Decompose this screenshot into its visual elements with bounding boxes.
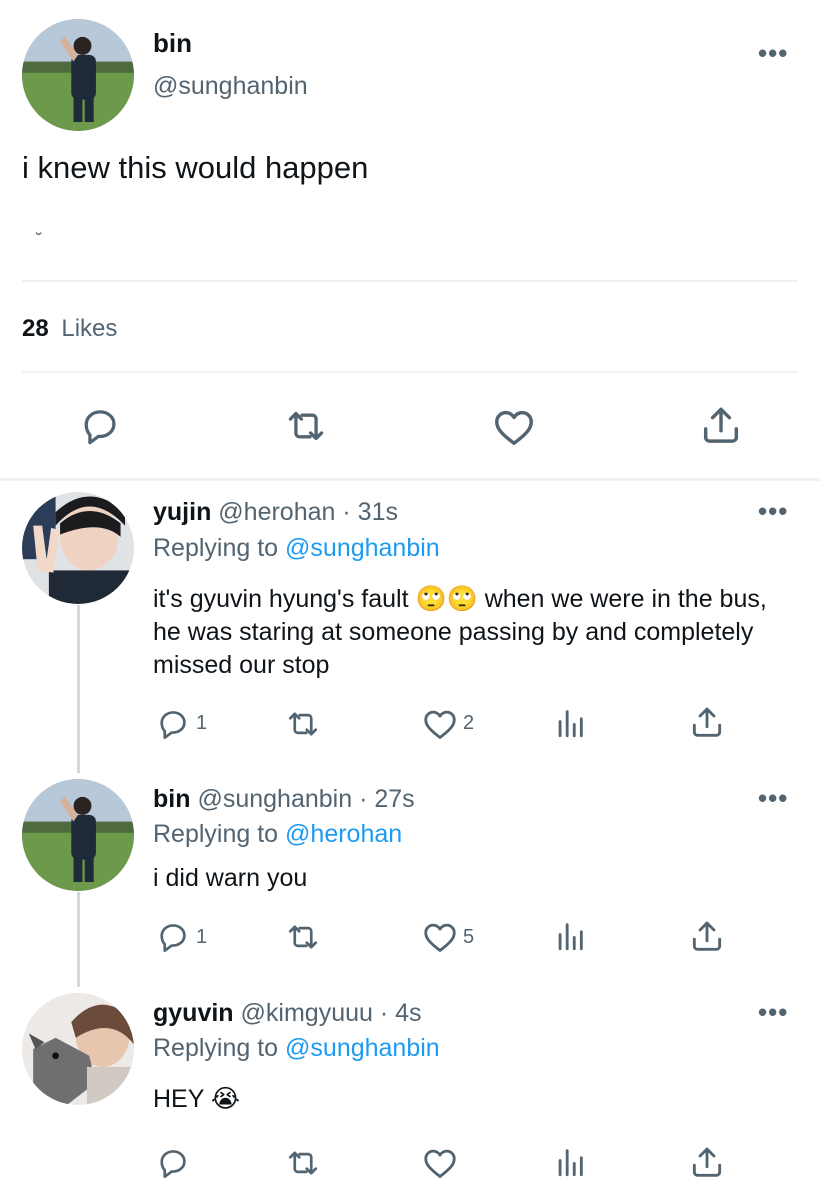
replying-label: Replying to (153, 534, 279, 562)
likes-count: 28 (22, 315, 49, 342)
analytics-icon[interactable] (553, 919, 587, 953)
reply-avatar[interactable] (22, 779, 134, 891)
replying-to-link[interactable]: @sunghanbin (285, 1034, 440, 1062)
reply-author-name[interactable]: gyuvin (153, 999, 234, 1027)
reply-avatar[interactable] (22, 492, 134, 604)
reply-icon[interactable] (155, 706, 191, 742)
divider (22, 371, 798, 373)
retweet-icon[interactable] (284, 404, 328, 448)
reply-author-name[interactable]: bin (153, 785, 191, 813)
separator: · (359, 785, 368, 813)
divider (0, 478, 820, 481)
reply-author-handle[interactable]: @kimgyuuu (241, 999, 373, 1027)
reply-author-name[interactable]: yujin (153, 498, 211, 526)
reply-text: i did warn you (153, 864, 308, 892)
likes-label: Likes (61, 315, 118, 342)
replying-to: Replying to @sunghanbin (153, 534, 440, 563)
replying-to: Replying to @sunghanbin (153, 1034, 440, 1063)
analytics-icon[interactable] (553, 706, 587, 740)
replying-label: Replying to (153, 1034, 279, 1062)
crying-emoji: 😭 (210, 1085, 241, 1113)
retweet-icon[interactable] (285, 706, 321, 742)
author-handle[interactable]: @sunghanbin (153, 72, 308, 101)
thread-line (77, 892, 80, 987)
separator: · (342, 498, 351, 526)
like-icon[interactable] (421, 918, 459, 956)
more-icon[interactable]: ••• (758, 40, 788, 66)
replying-to-link[interactable]: @sunghanbin (285, 534, 440, 562)
share-icon[interactable] (688, 917, 726, 955)
more-icon[interactable]: ••• (758, 999, 788, 1025)
author-name[interactable]: bin (153, 28, 192, 59)
replying-to: Replying to @herohan (153, 820, 402, 849)
reply-time[interactable]: 31s (358, 498, 398, 526)
reply-header: yujin @herohan · 31s (153, 498, 398, 527)
reply-header: bin @sunghanbin · 27s (153, 785, 415, 814)
share-icon[interactable] (688, 703, 726, 741)
share-icon[interactable] (698, 402, 744, 448)
reply-icon[interactable] (155, 919, 191, 955)
divider (22, 280, 798, 282)
reply-count: 1 (196, 712, 208, 734)
like-icon[interactable] (491, 404, 537, 450)
replying-label: Replying to (153, 820, 279, 848)
like-icon[interactable] (421, 705, 459, 743)
tweet-text: i knew this would happen (22, 150, 369, 185)
retweet-icon[interactable] (285, 919, 321, 955)
replying-to-link[interactable]: @herohan (285, 820, 402, 848)
eye-roll-emoji: 🙄🙄 (415, 585, 478, 613)
author-avatar[interactable] (22, 19, 134, 131)
reply-author-handle[interactable]: @herohan (218, 498, 335, 526)
analytics-icon[interactable] (553, 1145, 587, 1179)
reply-icon[interactable] (155, 1145, 191, 1181)
reply-author-handle[interactable]: @sunghanbin (197, 785, 352, 813)
tweet-small-mark: ˘ (36, 230, 42, 250)
reply-header: gyuvin @kimgyuuu · 4s (153, 999, 422, 1028)
likes-stat[interactable]: 28 Likes (22, 315, 117, 343)
share-icon[interactable] (688, 1143, 726, 1181)
separator: · (379, 999, 389, 1027)
thread-line (77, 605, 80, 773)
reply-time[interactable]: 27s (374, 785, 414, 813)
like-icon[interactable] (421, 1144, 459, 1182)
retweet-icon[interactable] (285, 1145, 321, 1181)
reply-icon[interactable] (78, 404, 122, 448)
reply-avatar[interactable] (22, 993, 134, 1105)
reply-time[interactable]: 4s (395, 999, 421, 1027)
reply-text-before: it's gyuvin hyung's fault (153, 585, 409, 613)
more-icon[interactable]: ••• (758, 785, 788, 811)
reply-text: HEY 😭 (153, 1083, 773, 1116)
reply-count: 1 (196, 926, 208, 948)
reply-text-main: HEY (153, 1085, 204, 1113)
like-count: 2 (463, 712, 475, 734)
reply-text: it's gyuvin hyung's fault 🙄🙄 when we wer… (153, 583, 773, 682)
like-count: 5 (463, 926, 475, 948)
more-icon[interactable]: ••• (758, 498, 788, 524)
